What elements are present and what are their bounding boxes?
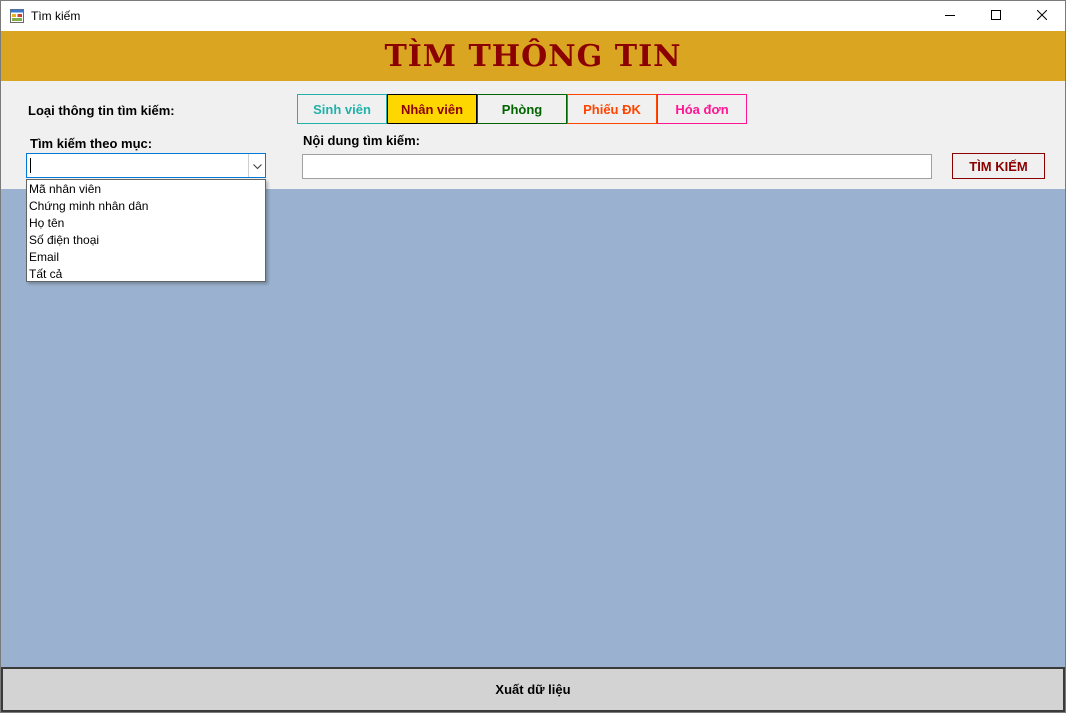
dropdown-option-cmnd[interactable]: Chứng minh nhân dân [27, 198, 265, 215]
close-icon [1036, 7, 1048, 25]
dropdown-option-so-dien-thoai[interactable]: Số điện thoại [27, 232, 265, 249]
info-type-label: Loại thông tin tìm kiếm: [28, 103, 175, 118]
dropdown-option-ma-nhan-vien[interactable]: Mã nhân viên [27, 181, 265, 198]
text-caret [30, 158, 31, 173]
tab-phieu-dk[interactable]: Phiếu ĐK [567, 94, 657, 124]
export-button-label: Xuất dữ liệu [495, 682, 571, 697]
tab-phong[interactable]: Phòng [477, 94, 567, 124]
tab-label: Sinh viên [313, 101, 371, 117]
page-title: TÌM THÔNG TIN [384, 38, 682, 74]
search-button[interactable]: TÌM KIẾM [952, 153, 1045, 179]
header-banner: TÌM THÔNG TIN [1, 31, 1065, 81]
tab-nhan-vien[interactable]: Nhân viên [387, 94, 477, 124]
tab-label: Hóa đơn [675, 101, 729, 117]
maximize-button[interactable] [973, 1, 1019, 31]
window-title: Tìm kiếm [31, 9, 81, 23]
search-by-label: Tìm kiếm theo mục: [30, 136, 153, 151]
search-window: Tìm kiếm TÌM THÔNG TIN Loại thông tin tì… [0, 0, 1066, 713]
search-button-label: TÌM KIẾM [969, 158, 1028, 174]
form-icon [10, 9, 24, 23]
minimize-icon [945, 7, 955, 25]
search-content-input[interactable] [302, 154, 932, 179]
dropdown-option-email[interactable]: Email [27, 249, 265, 266]
tab-label: Phiếu ĐK [583, 101, 641, 117]
search-content-label: Nội dung tìm kiếm: [303, 133, 420, 148]
dropdown-option-ho-ten[interactable]: Họ tên [27, 215, 265, 232]
tab-label: Phòng [501, 101, 543, 117]
search-panel: Loại thông tin tìm kiếm: Sinh viên Nhân … [1, 81, 1065, 189]
tab-label: Nhân viên [400, 101, 464, 117]
export-data-button[interactable]: Xuất dữ liệu [1, 667, 1065, 712]
chevron-down-icon [252, 157, 262, 175]
search-by-combo[interactable] [26, 153, 266, 178]
close-button[interactable] [1019, 1, 1065, 31]
tab-sinh-vien[interactable]: Sinh viên [297, 94, 387, 124]
minimize-button[interactable] [927, 1, 973, 31]
title-bar[interactable]: Tìm kiếm [1, 1, 1065, 31]
dropdown-option-tat-ca[interactable]: Tất cả [27, 266, 265, 283]
tab-hoa-don[interactable]: Hóa đơn [657, 94, 747, 124]
combo-dropdown-button[interactable] [248, 154, 265, 177]
search-by-dropdown-list: Mã nhân viên Chứng minh nhân dân Họ tên … [26, 179, 266, 282]
maximize-icon [991, 7, 1001, 25]
